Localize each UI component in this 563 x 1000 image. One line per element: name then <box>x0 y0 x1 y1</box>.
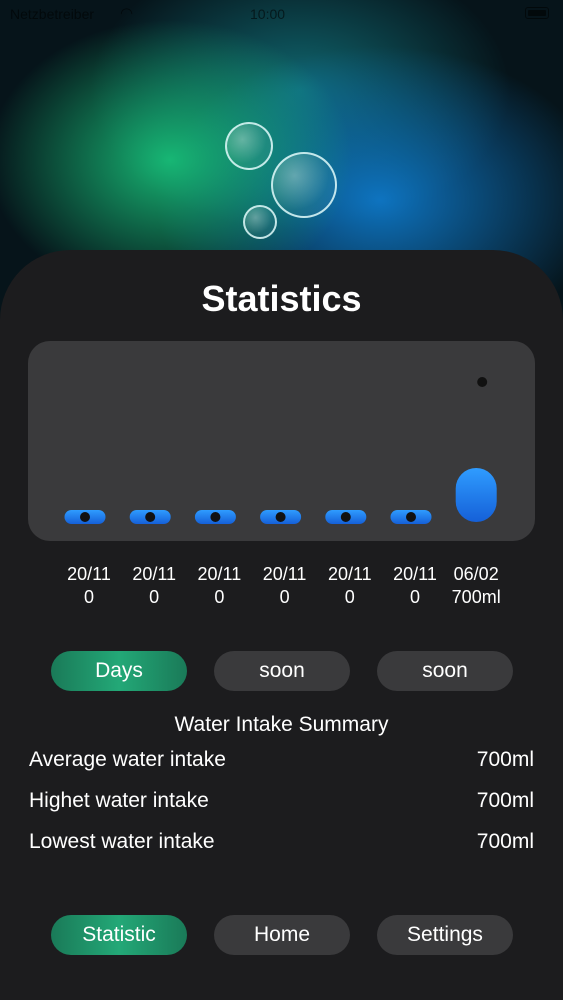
chart-canvas <box>64 377 497 524</box>
chart-point <box>477 377 488 387</box>
chart-data-label: 0 <box>83 587 94 607</box>
lowest-intake-value: 700ml <box>476 830 534 853</box>
range-soon-button[interactable]: soon <box>214 651 350 691</box>
status-bar: Netzbetreiber ◠ 10:00 <box>0 0 563 30</box>
chart-data-label: 0 <box>344 587 355 607</box>
chart-data-label: 700ml <box>451 587 501 607</box>
chart-x-label: 20/11 0 <box>380 563 450 609</box>
chart-data-label: 0 <box>214 587 225 607</box>
nav-statistic-button[interactable]: Statistic <box>51 915 187 955</box>
wifi-icon: ◠ <box>120 5 134 22</box>
chart-x-label: 06/02 700ml <box>441 563 511 609</box>
chart-x-label: 20/11 0 <box>250 563 320 609</box>
highest-intake-label: Highet water intake <box>29 789 209 812</box>
summary-title: Water Intake Summary <box>174 713 389 736</box>
chart-point <box>210 512 221 522</box>
chart-data-label: 0 <box>149 587 160 607</box>
chart-x-label: 20/11 0 <box>315 563 385 609</box>
highest-intake-value: 700ml <box>476 789 534 812</box>
average-intake-value: 700ml <box>476 748 534 771</box>
chart-tick-label: 06/02 <box>453 564 499 584</box>
page-title: Statistics <box>201 278 362 319</box>
chart-point <box>275 512 286 522</box>
carrier-label: Netzbetreiber <box>10 6 95 22</box>
bubble-icon <box>271 152 337 218</box>
chart-point <box>145 512 156 522</box>
chart-tick-label: 20/11 <box>67 564 111 584</box>
chart-tick-label: 20/11 <box>262 564 307 584</box>
chart-x-label: 20/11 0 <box>184 563 254 609</box>
chart-data-label: 0 <box>279 587 290 607</box>
chart-point <box>406 512 416 522</box>
chart-x-label: 20/11 0 <box>54 563 124 609</box>
chart-tick-label: 20/11 <box>327 564 372 584</box>
nav-home-button[interactable]: Home <box>214 915 350 955</box>
chart-tick-label: 20/11 <box>197 564 242 584</box>
clock: 10:00 <box>250 6 286 22</box>
chart-tick-label: 20/11 <box>393 564 437 584</box>
range-days-button[interactable]: Days <box>51 651 187 691</box>
chart-data-label: 0 <box>409 587 420 607</box>
chart-tick-label: 20/11 <box>132 564 177 584</box>
average-intake-label: Average water intake <box>29 748 226 771</box>
chart-point <box>80 512 90 522</box>
chart-bar <box>455 468 497 522</box>
lowest-intake-label: Lowest water intake <box>29 830 215 853</box>
intake-chart <box>28 341 535 541</box>
range-soon-button[interactable]: soon <box>377 651 513 691</box>
bubble-icon <box>243 205 277 239</box>
nav-settings-button[interactable]: Settings <box>377 915 513 955</box>
bubble-icon <box>225 122 273 170</box>
battery-icon <box>525 7 549 19</box>
chart-x-label: 20/11 0 <box>119 563 189 609</box>
chart-point <box>340 512 351 522</box>
